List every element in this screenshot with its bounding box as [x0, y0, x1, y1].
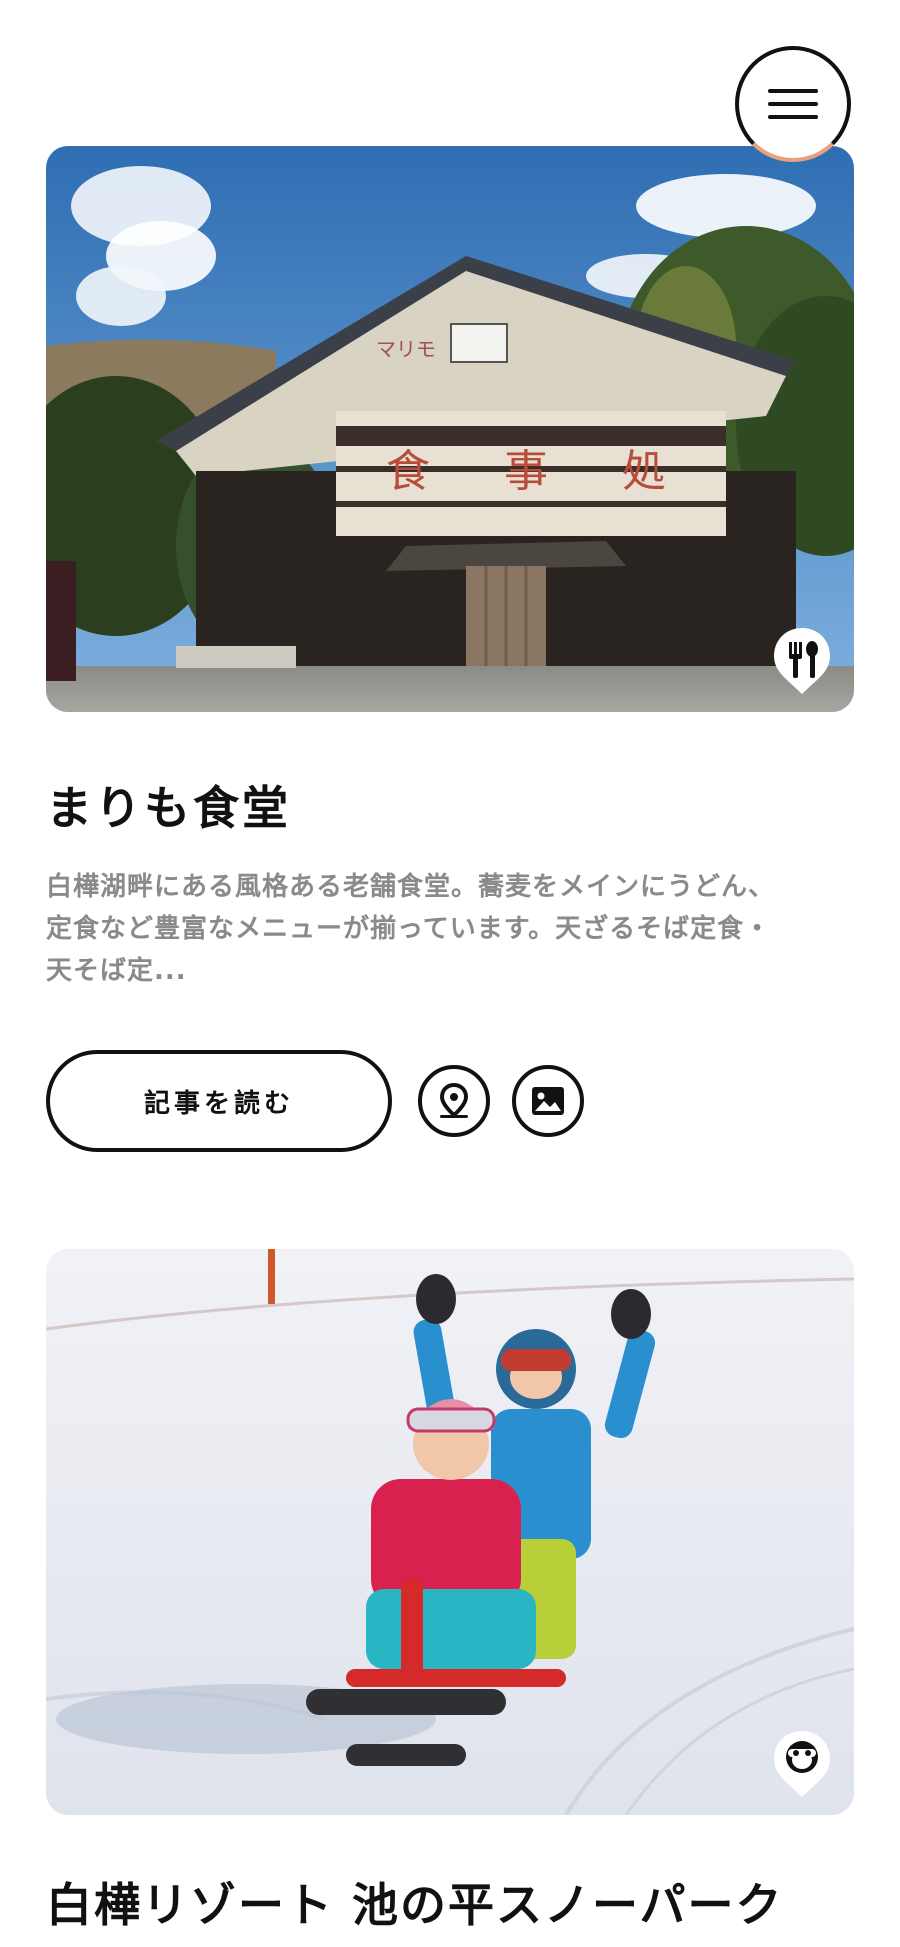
hamburger-icon-bar	[768, 115, 818, 119]
article-card: マリモ 食 事 処 まりも食堂 白樺湖畔にある風格ある老舗食堂。蕎麦をメインにう…	[46, 146, 854, 1152]
restaurant-pin-icon	[774, 628, 830, 694]
card-title[interactable]: 白樺リゾート 池の平スノーパーク	[46, 1869, 854, 1935]
map-button[interactable]	[418, 1065, 490, 1137]
activity-pin-icon	[774, 1731, 830, 1797]
article-card: 白樺リゾート 池の平スノーパーク	[46, 1249, 854, 1935]
description-line: 天そば定...	[46, 956, 187, 986]
menu-button[interactable]	[735, 46, 851, 162]
hamburger-icon	[768, 89, 818, 93]
card-actions: 記事を読む	[46, 1050, 854, 1152]
map-pin-icon	[439, 1082, 469, 1118]
read-article-button[interactable]: 記事を読む	[46, 1050, 392, 1152]
restaurant-photo[interactable]: マリモ 食 事 処	[46, 146, 854, 712]
image-icon	[532, 1087, 564, 1115]
building-sign-text: マリモ	[376, 337, 436, 361]
restaurant-photo-illustration: マリモ 食 事 処	[46, 146, 854, 712]
snowpark-photo-illustration	[46, 1249, 854, 1815]
snowpark-photo[interactable]	[46, 1249, 854, 1815]
description-line: 定食など豊富なメニューが揃っています。天ざるそば定食・	[46, 914, 772, 944]
card-title[interactable]: まりも食堂	[46, 772, 854, 838]
card-description: 白樺湖畔にある風格ある老舗食堂。蕎麦をメインにうどん、 定食など豊富なメニューが…	[46, 866, 854, 992]
hamburger-icon-bar	[768, 102, 818, 106]
building-banner-text: 食 事 処	[386, 446, 696, 497]
description-line: 白樺湖畔にある風格ある老舗食堂。蕎麦をメインにうどん、	[46, 872, 776, 902]
gallery-button[interactable]	[512, 1065, 584, 1137]
